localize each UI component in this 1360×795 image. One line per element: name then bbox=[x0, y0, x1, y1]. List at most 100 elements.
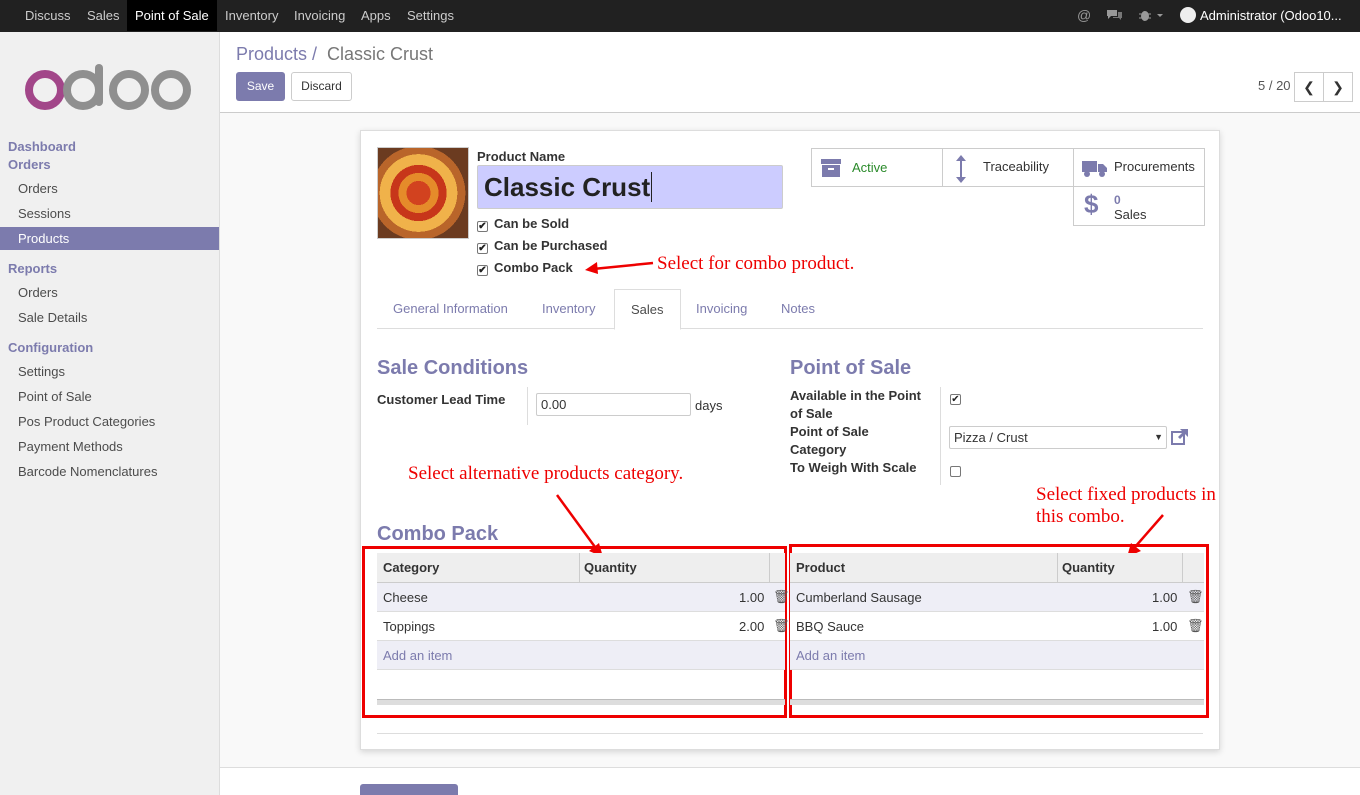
pos-category-select[interactable]: Pizza / Crust ▼ bbox=[949, 426, 1167, 449]
table-row[interactable]: BBQ Sauce 1.00 🗑 bbox=[790, 612, 1204, 641]
breadcrumb-products[interactable]: Products / bbox=[236, 44, 317, 65]
customer-lead-time-label: Customer Lead Time bbox=[377, 392, 506, 407]
discard-button[interactable]: Discard bbox=[291, 72, 352, 101]
menu-sales[interactable]: Sales bbox=[79, 0, 128, 31]
available-in-pos-label: Available in the Point of Sale bbox=[790, 388, 921, 421]
trash-icon[interactable]: 🗑 bbox=[773, 618, 790, 634]
procurements-button[interactable]: Procurements bbox=[1073, 148, 1205, 187]
table-row[interactable]: Cheese 1.00 🗑 bbox=[377, 583, 790, 612]
category-table-header: Category Quantity bbox=[377, 553, 785, 583]
user-menu[interactable]: Administrator (Odoo10... bbox=[1180, 0, 1342, 31]
add-item-row: Add an item bbox=[377, 641, 785, 670]
pager-value[interactable]: 5 / 20 bbox=[1258, 78, 1291, 93]
quantity-cell: 1.00 bbox=[1152, 590, 1178, 605]
menu-settings[interactable]: Settings bbox=[399, 0, 462, 31]
can-be-purchased-label: Can be Purchased bbox=[494, 238, 608, 253]
pager-previous-button[interactable]: ❮ bbox=[1294, 72, 1324, 102]
top-navbar: Discuss Sales Point of Sale Inventory In… bbox=[0, 0, 1360, 32]
add-item-row: Add an item bbox=[790, 641, 1204, 670]
new-message-button[interactable] bbox=[360, 784, 458, 795]
tab-invoicing[interactable]: Invoicing bbox=[680, 289, 763, 329]
sidebar-item-pos-categories[interactable]: Pos Product Categories bbox=[0, 410, 219, 433]
can-be-sold-checkbox[interactable]: ✔ bbox=[477, 221, 488, 232]
menu-discuss[interactable]: Discuss bbox=[17, 0, 79, 31]
external-link-icon[interactable] bbox=[1171, 428, 1189, 446]
menu-inventory[interactable]: Inventory bbox=[217, 0, 286, 31]
sidebar-item-sale-details[interactable]: Sale Details bbox=[0, 306, 219, 329]
product-name-input[interactable]: Classic Crust bbox=[477, 165, 783, 209]
tab-general-information[interactable]: General Information bbox=[377, 289, 524, 329]
sales-count: 0 bbox=[1114, 193, 1121, 207]
tab-sales[interactable]: Sales bbox=[614, 289, 681, 330]
sidebar-item-settings[interactable]: Settings bbox=[0, 360, 219, 383]
sidebar: Dashboard Orders Orders Sessions Product… bbox=[0, 32, 220, 795]
sidebar-item-orders[interactable]: Orders bbox=[0, 177, 219, 200]
breadcrumb-current: Classic Crust bbox=[327, 44, 434, 64]
sidebar-item-report-orders[interactable]: Orders bbox=[0, 281, 219, 304]
add-item-link[interactable]: Add an item bbox=[796, 648, 865, 663]
tab-inventory[interactable]: Inventory bbox=[526, 289, 611, 329]
sidebar-item-products[interactable]: Products bbox=[0, 227, 219, 250]
table-footer bbox=[377, 699, 785, 705]
annotation-arrow-combo bbox=[585, 261, 654, 274]
at-icon[interactable]: @ bbox=[1077, 0, 1091, 31]
customer-lead-time-input[interactable]: 0.00 bbox=[536, 393, 691, 416]
sidebar-item-barcode-nomenclatures[interactable]: Barcode Nomenclatures bbox=[0, 460, 219, 483]
active-label: Active bbox=[852, 160, 888, 175]
trash-icon[interactable]: 🗑 bbox=[1187, 618, 1204, 634]
sidebar-item-sessions[interactable]: Sessions bbox=[0, 202, 219, 225]
sidebar-item-point-of-sale[interactable]: Point of Sale bbox=[0, 385, 219, 408]
divider bbox=[377, 733, 1203, 734]
table-row[interactable]: Cumberland Sausage 1.00 🗑 bbox=[790, 583, 1204, 612]
weigh-with-scale-checkbox[interactable] bbox=[950, 466, 961, 477]
avatar bbox=[1180, 7, 1196, 23]
sales-button[interactable]: $ 0 Sales bbox=[1073, 186, 1205, 226]
procurements-label: Procurements bbox=[1114, 159, 1195, 174]
chat-icon[interactable] bbox=[1106, 0, 1123, 31]
can-be-purchased-row: ✔ Can be Purchased bbox=[477, 238, 607, 254]
annotation-combo: Select for combo product. bbox=[657, 253, 855, 274]
sale-conditions-title: Sale Conditions bbox=[377, 357, 529, 379]
column-divider bbox=[769, 553, 770, 583]
point-of-sale-title: Point of Sale bbox=[790, 357, 912, 379]
combo-pack-row: ✔ Combo Pack bbox=[477, 260, 573, 276]
tab-notes[interactable]: Notes bbox=[765, 289, 831, 329]
quantity-column-header[interactable]: Quantity bbox=[1062, 560, 1115, 575]
chevron-left-icon: ❮ bbox=[1303, 79, 1315, 95]
product-table-header: Product Quantity bbox=[790, 553, 1204, 583]
quantity-column-header[interactable]: Quantity bbox=[584, 560, 637, 575]
combo-pack-label: Combo Pack bbox=[494, 260, 573, 275]
trash-icon[interactable]: 🗑 bbox=[1187, 589, 1204, 605]
available-in-pos-checkbox[interactable]: ✔ bbox=[950, 394, 961, 405]
active-button[interactable]: Active bbox=[811, 148, 943, 187]
combo-pack-checkbox[interactable]: ✔ bbox=[477, 265, 488, 276]
traceability-button[interactable]: Traceability bbox=[942, 148, 1074, 187]
pos-category-label: Point of Sale Category bbox=[790, 424, 869, 457]
field-separator bbox=[527, 387, 528, 425]
menu-apps[interactable]: Apps bbox=[353, 0, 399, 31]
can-be-purchased-checkbox[interactable]: ✔ bbox=[477, 243, 488, 254]
sidebar-section-reports[interactable]: Reports bbox=[8, 261, 57, 276]
chevron-right-icon: ❯ bbox=[1332, 79, 1344, 95]
menu-invoicing[interactable]: Invoicing bbox=[286, 0, 353, 31]
weigh-with-scale-label: To Weigh With Scale bbox=[790, 460, 917, 475]
category-cell: Cheese bbox=[383, 590, 428, 605]
sidebar-item-payment-methods[interactable]: Payment Methods bbox=[0, 435, 219, 458]
product-column-header[interactable]: Product bbox=[796, 560, 845, 575]
add-item-link[interactable]: Add an item bbox=[383, 648, 452, 663]
bug-icon[interactable] bbox=[1138, 0, 1164, 31]
save-button[interactable]: Save bbox=[236, 72, 285, 101]
category-cell: Toppings bbox=[383, 619, 436, 634]
menu-point-of-sale[interactable]: Point of Sale bbox=[127, 0, 217, 31]
trash-icon[interactable]: 🗑 bbox=[773, 589, 790, 605]
product-image[interactable] bbox=[377, 147, 469, 239]
table-row[interactable]: Toppings 2.00 🗑 bbox=[377, 612, 790, 641]
pager-next-button[interactable]: ❯ bbox=[1323, 72, 1353, 102]
sidebar-dashboard[interactable]: Dashboard bbox=[8, 139, 76, 154]
column-divider bbox=[1057, 553, 1058, 583]
category-column-header[interactable]: Category bbox=[383, 560, 439, 575]
column-divider bbox=[579, 553, 580, 583]
quantity-cell: 1.00 bbox=[739, 590, 765, 605]
sidebar-section-orders[interactable]: Orders bbox=[8, 157, 51, 172]
sidebar-section-configuration[interactable]: Configuration bbox=[8, 340, 93, 355]
